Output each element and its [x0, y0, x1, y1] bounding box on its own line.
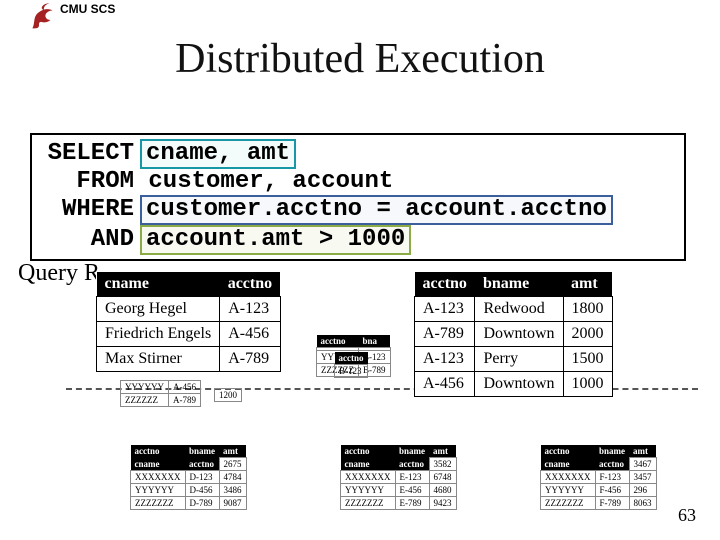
kw-where: WHERE: [38, 197, 134, 223]
bg-table-bottom-a: acctnobnameamt cnameacctno2675 XXXXXXXD-…: [130, 445, 247, 510]
result-table-customer: cnameacctno Georg HegelA-123 Friedrich E…: [96, 272, 281, 372]
bg-table-bottom-c: acctnobnameamt cnameacctno3467 XXXXXXXF-…: [540, 445, 657, 510]
cmu-dragon-icon: [30, 2, 54, 32]
kw-and: AND: [38, 227, 134, 253]
slide-number: 63: [678, 505, 696, 526]
sql-filter: account.amt > 1000: [140, 225, 411, 255]
bg-table-top-val: 1200: [214, 388, 242, 402]
sql-query-box: SELECTcname, amt FROM customer, account …: [30, 133, 686, 261]
sql-join: customer.acctno = account.acctno: [140, 195, 613, 225]
result-table-account: acctnobnameamt A-123Redwood1800 A-789Dow…: [414, 272, 613, 397]
kw-from: FROM: [38, 169, 134, 195]
bg-table-top-mid2: acctno B-123: [334, 352, 368, 378]
cmu-scs-label: CMU SCS: [60, 2, 115, 16]
cmu-header: CMU SCS: [30, 2, 115, 32]
context-label: Query R: [18, 260, 100, 287]
kw-select: SELECT: [38, 141, 134, 167]
sql-projection: cname, amt: [140, 139, 296, 169]
bg-table-bottom-b: acctnobnameamt cnameacctno3582 XXXXXXXE-…: [340, 445, 457, 510]
bg-table-top-left: YYYYYYA-456 ZZZZZZA-789: [120, 380, 201, 407]
slide-title: Distributed Execution: [0, 35, 720, 83]
sql-from: customer, account: [134, 169, 393, 195]
